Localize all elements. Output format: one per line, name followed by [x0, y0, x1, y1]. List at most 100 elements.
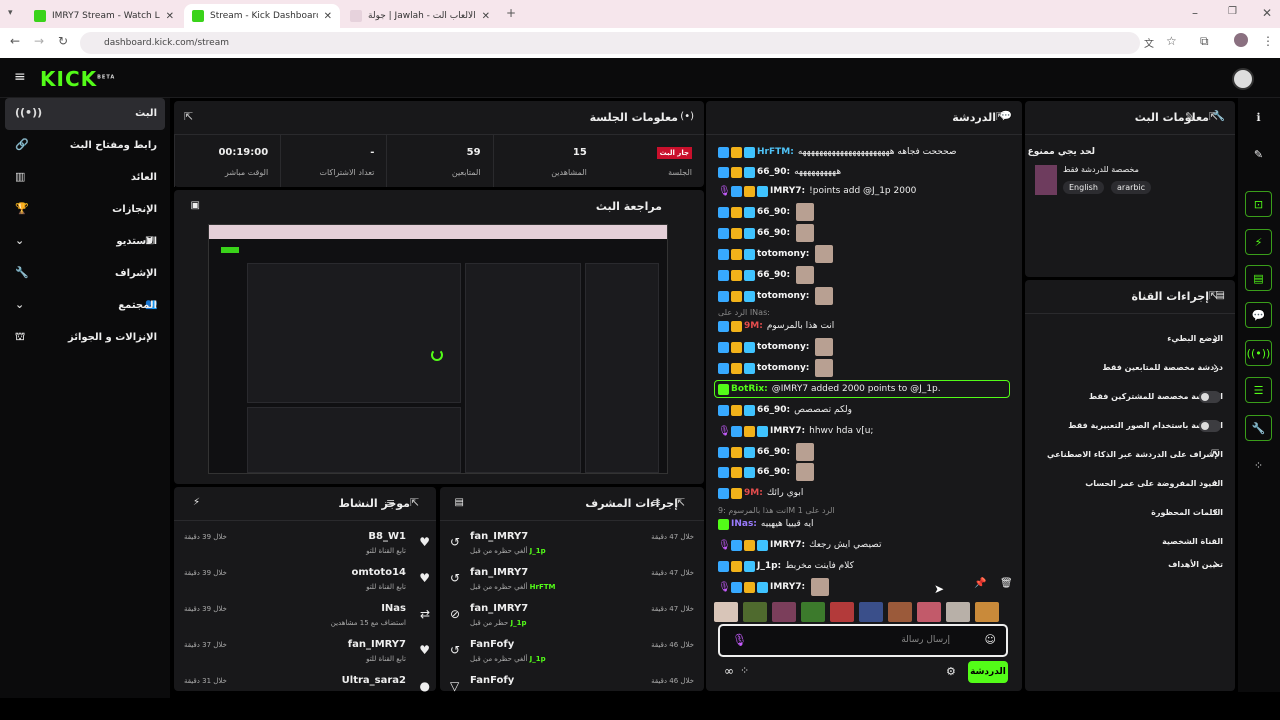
- chat-icon[interactable]: 💬: [1245, 302, 1272, 328]
- ai-moderation-row[interactable]: الإشراف على الدردشة عبر الذكاء الاصطناعي…: [1025, 442, 1235, 470]
- set-goals-row[interactable]: تعيين الأهداف ›: [1025, 552, 1235, 580]
- activity-name[interactable]: Ultra_sara2: [342, 675, 406, 686]
- chat-username[interactable]: INas:: [731, 519, 757, 529]
- close-window-icon[interactable]: ✕: [1262, 6, 1272, 20]
- chat-username[interactable]: 66_90:: [757, 207, 790, 217]
- category-name[interactable]: مخصصة للدردشة فقط: [1063, 165, 1139, 174]
- emote-icon[interactable]: [714, 602, 738, 622]
- close-tab-icon[interactable]: ✕: [166, 11, 174, 22]
- extensions-icon[interactable]: ⧉: [1200, 34, 1209, 49]
- chat-username[interactable]: 66_90:: [757, 405, 790, 415]
- mod-action-name[interactable]: FanFofy: [470, 675, 514, 686]
- url-field[interactable]: dashboard.kick.com/stream: [80, 32, 1140, 54]
- chat-username[interactable]: IMRY7:: [770, 582, 805, 592]
- mod-action-name[interactable]: fan_IMRY7: [470, 531, 528, 542]
- emote-icon[interactable]: [917, 602, 941, 622]
- chat-username[interactable]: 66_90:: [757, 167, 790, 177]
- sidebar-item-drops[interactable]: ⛫ الإنزالات و الجوائز: [5, 322, 165, 354]
- chat-username[interactable]: 66_90:: [757, 447, 790, 457]
- popout-icon[interactable]: ⇱: [410, 496, 419, 509]
- mod-action-by[interactable]: J_1p: [530, 547, 546, 555]
- mod-action-name[interactable]: FanFofy: [470, 639, 514, 650]
- activity-name[interactable]: fan_IMRY7: [348, 639, 406, 650]
- mod-action-by[interactable]: J_1p: [530, 655, 546, 663]
- popout-icon[interactable]: ⇱: [676, 496, 685, 509]
- mod-action-by[interactable]: J_1p: [510, 619, 526, 627]
- bookmark-star-icon[interactable]: ☆: [1166, 34, 1177, 48]
- chat-username[interactable]: 9M:: [744, 321, 763, 331]
- chat-username[interactable]: totomony:: [757, 363, 809, 373]
- emote-icon[interactable]: [801, 602, 825, 622]
- chat-username[interactable]: totomony:: [757, 249, 809, 259]
- chat-username[interactable]: J_1p:: [757, 561, 781, 571]
- emote-only-toggle[interactable]: [1199, 420, 1221, 432]
- mod-action-name[interactable]: fan_IMRY7: [470, 567, 528, 578]
- settings-gear-icon[interactable]: ⚙: [946, 665, 956, 678]
- browser-tab-1[interactable]: IMRY7 Stream - Watch Live on ✕: [26, 4, 182, 28]
- slow-mode-row[interactable]: الوضع البطيء ›: [1025, 326, 1235, 354]
- layout-icon[interactable]: ☰: [1245, 377, 1272, 403]
- tag-arabic[interactable]: ararbic: [1111, 181, 1152, 194]
- popout-icon[interactable]: ⇱: [1209, 289, 1218, 302]
- info-icon[interactable]: ℹ: [1245, 105, 1272, 131]
- infinity-icon[interactable]: ∞: [724, 664, 734, 678]
- sidebar-item-revenue[interactable]: ▥ العائد: [5, 162, 165, 194]
- sidebar-item-stream[interactable]: ((•)) البث: [5, 98, 165, 130]
- chat-username[interactable]: totomony:: [757, 291, 809, 301]
- chat-username[interactable]: 66_90:: [757, 270, 790, 280]
- points-icon[interactable]: ⁘: [740, 664, 749, 677]
- mod-action-name[interactable]: fan_IMRY7: [470, 603, 528, 614]
- emote-icon[interactable]: [975, 602, 999, 622]
- pin-icon[interactable]: 📌: [974, 578, 986, 589]
- chat-input[interactable]: 🎙 إرسال رسالة ☺: [718, 624, 1008, 657]
- chat-username[interactable]: 9M:: [744, 488, 763, 498]
- followers-only-row[interactable]: دردشة مخصصة للمتابعين فقط ›: [1025, 355, 1235, 383]
- browser-tab-2[interactable]: Stream - Kick Dashboard ✕: [184, 4, 340, 28]
- browser-tab-3[interactable]: جولة | Jawlah - منصة الألعاب الت ✕: [342, 4, 498, 28]
- emote-icon[interactable]: [859, 602, 883, 622]
- banned-words-row[interactable]: الكلمات المحظورة ›: [1025, 500, 1235, 528]
- send-chat-button[interactable]: الدردشة: [968, 661, 1008, 683]
- emoji-icon[interactable]: ☺: [985, 633, 996, 646]
- clipboard-icon[interactable]: ▤: [1245, 265, 1272, 291]
- back-icon[interactable]: ←: [10, 34, 20, 48]
- user-avatar[interactable]: [1232, 68, 1254, 90]
- chat-username[interactable]: BotRix:: [731, 384, 768, 394]
- chat-username[interactable]: 66_90:: [757, 467, 790, 477]
- mod-action-by[interactable]: HrFTM: [530, 583, 556, 591]
- popout-icon[interactable]: ⇱: [996, 110, 1005, 123]
- filter-icon[interactable]: ≡: [386, 496, 395, 509]
- edit-pencil-icon[interactable]: ✎: [1185, 110, 1194, 123]
- filter-icon[interactable]: ≡: [652, 496, 661, 509]
- activity-name[interactable]: INas: [381, 603, 406, 614]
- profile-avatar-icon[interactable]: [1234, 33, 1248, 47]
- translate-icon[interactable]: 文: [1144, 35, 1154, 50]
- broadcast-icon[interactable]: ((•)): [1245, 340, 1272, 366]
- chat-username[interactable]: HrFTM:: [757, 147, 794, 157]
- emote-icon[interactable]: [772, 602, 796, 622]
- emote-icon[interactable]: [743, 602, 767, 622]
- points-icon[interactable]: ⁘: [1245, 453, 1272, 479]
- wrench-icon[interactable]: 🔧: [1245, 415, 1272, 441]
- minimize-icon[interactable]: –: [1192, 6, 1198, 20]
- popout-icon[interactable]: ⇱: [1209, 110, 1218, 123]
- menu-kebab-icon[interactable]: ⋮: [1262, 34, 1274, 48]
- chat-username[interactable]: IMRY7:: [770, 426, 805, 436]
- subscribers-only-toggle[interactable]: [1199, 391, 1221, 403]
- account-age-row[interactable]: القيود المفروضة على عمر الحساب ›: [1025, 471, 1235, 499]
- sidebar-item-stream-key[interactable]: 🔗 رابط ومفتاح البث: [5, 130, 165, 162]
- sidebar-item-achievements[interactable]: 🏆 الإنجازات: [5, 194, 165, 226]
- kick-logo[interactable]: KICKBETA: [40, 67, 115, 91]
- chat-username[interactable]: 66_90:: [757, 228, 790, 238]
- edit-icon[interactable]: ✎: [1245, 142, 1272, 168]
- forward-icon[interactable]: →: [34, 34, 44, 48]
- close-tab-icon[interactable]: ✕: [482, 11, 490, 22]
- hamburger-menu-icon[interactable]: ≡: [14, 69, 26, 85]
- chat-username[interactable]: IMRY7:: [770, 540, 805, 550]
- close-tab-icon[interactable]: ✕: [324, 11, 332, 22]
- microphone-icon[interactable]: 🎙: [732, 633, 747, 647]
- chat-username[interactable]: totomony:: [757, 342, 809, 352]
- clips-icon[interactable]: ⊡: [1245, 191, 1272, 217]
- sidebar-item-studio[interactable]: ⌄ ▣ الاستديو: [5, 226, 165, 258]
- activity-name[interactable]: omtoto14: [351, 567, 406, 578]
